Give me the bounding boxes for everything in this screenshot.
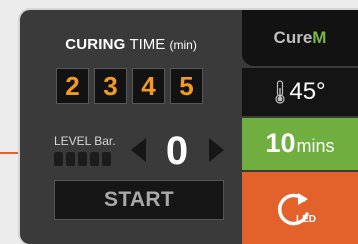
level-bar-indicator [54,152,111,166]
title-curing: CURING [65,36,126,53]
start-button[interactable]: START [54,180,224,220]
level-bar-segment [66,152,75,166]
time-digit-2[interactable]: 3 [94,68,127,104]
title-time: TIME [129,36,166,53]
temperature-display: 45° [242,68,358,116]
thermometer-icon [275,80,285,104]
status-right-section: Cure M 45° 10 mins LED [242,10,358,244]
level-bar-segment [102,152,111,166]
time-digit-group: 2 3 4 5 [56,68,203,104]
time-digit-3[interactable]: 4 [132,68,165,104]
title-unit: (min) [169,38,197,52]
level-bar-segment [90,152,99,166]
curing-control-panel: CURING TIME (min) 2 3 4 5 LEVEL Bar. 0 S… [20,10,358,244]
chevron-left-icon[interactable] [131,138,146,162]
level-bar-segment [78,152,87,166]
time-digit-4[interactable]: 5 [170,68,203,104]
curing-time-title: CURING TIME (min) [20,36,242,53]
level-bar-segment [54,152,63,166]
time-digit-1[interactable]: 2 [56,68,89,104]
brand-text-cure: Cure [273,28,313,47]
time-unit: mins [296,136,335,156]
temperature-value: 45° [289,78,326,105]
brand-text-m: M [312,28,327,47]
chevron-right-icon[interactable] [209,138,224,162]
time-display: 10 mins [242,118,358,170]
level-bar-label: LEVEL Bar. [54,134,116,148]
brand-logo: Cure M [242,10,358,66]
control-left-section: CURING TIME (min) 2 3 4 5 LEVEL Bar. 0 S… [20,10,242,244]
level-value: 0 [165,129,189,173]
led-cure-button[interactable]: LED [242,172,358,244]
time-value: 10 [265,128,296,158]
led-label: LED [296,214,316,225]
